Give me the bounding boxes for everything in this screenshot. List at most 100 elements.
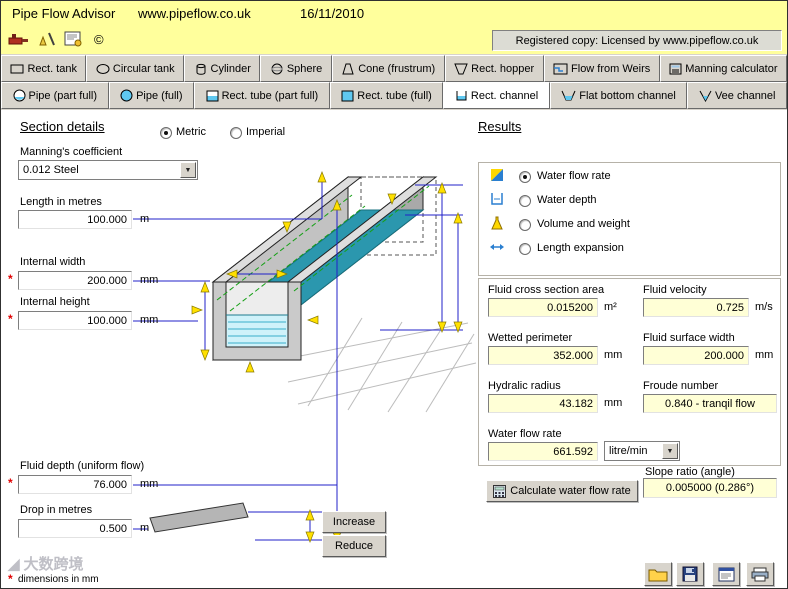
length-expansion-radio[interactable] <box>519 243 531 255</box>
tab-cone-frustrum[interactable]: Cone (frustrum) <box>331 55 445 82</box>
drop-label: Drop in metres <box>20 504 93 516</box>
manning-coefficient-value: 0.012 Steel <box>23 164 79 176</box>
tab-sphere[interactable]: Sphere <box>260 55 332 82</box>
tab-rect-channel[interactable]: Rect. channel <box>443 82 550 109</box>
internal-width-unit: mm <box>140 274 159 286</box>
tab-manning-calculator[interactable]: Manning calculator <box>659 55 787 82</box>
manning-coefficient-select[interactable]: 0.012 Steel ▼ <box>18 160 198 180</box>
open-file-button[interactable] <box>644 562 672 586</box>
wetted-perimeter-label: Wetted perimeter <box>488 332 573 344</box>
watermark: ◢ 大数跨境 <box>8 553 84 574</box>
pipe-part-full-icon <box>13 89 26 102</box>
tab-cylinder[interactable]: Cylinder <box>184 55 261 82</box>
tab-label: Pipe (full) <box>136 89 183 102</box>
dropdown-arrow-icon[interactable]: ▼ <box>662 443 678 459</box>
required-star: * <box>8 272 13 286</box>
manning-coefficient-label: Manning's coefficient <box>20 146 123 158</box>
tab-label: Cone (frustrum) <box>358 62 436 75</box>
app-logo-icon[interactable] <box>8 31 30 47</box>
open-folder-icon <box>648 569 668 581</box>
water-flow-rate-label: Water flow rate <box>488 428 562 440</box>
increase-button[interactable]: Increase <box>322 511 386 533</box>
tab-vee-channel[interactable]: Vee channel <box>687 82 788 109</box>
rect-tube-full-icon <box>341 90 354 101</box>
froude-number-value: 0.840 - tranqil flow <box>643 394 777 413</box>
water-flow-rate-icon <box>490 168 504 182</box>
tab-circular-tank[interactable]: Circular tank <box>86 55 185 82</box>
tab-pipe-full[interactable]: Pipe (full) <box>108 82 195 109</box>
wetted-perimeter-unit: mm <box>604 349 623 361</box>
printer-icon <box>751 567 769 581</box>
cylinder-icon <box>196 63 206 75</box>
drop-input[interactable]: 0.500 <box>18 519 132 538</box>
metric-label: Metric <box>176 126 206 138</box>
rect-tube-part-full-icon <box>206 90 219 101</box>
slope-ratio-label: Slope ratio (angle) <box>645 466 735 478</box>
tab-rect-tank[interactable]: Rect. tank <box>1 55 87 82</box>
fluid-surface-width-label: Fluid surface width <box>643 332 735 344</box>
calculator-icon <box>669 63 682 74</box>
volume-weight-option: Volume and weight <box>537 218 630 230</box>
tab-label: Rect. tube (part full) <box>221 89 319 102</box>
dropdown-arrow-icon[interactable]: ▼ <box>180 162 196 178</box>
circular-tank-icon <box>96 63 110 74</box>
tab-flat-bottom-channel[interactable]: Flat bottom channel <box>549 82 688 109</box>
watermark-logo-icon: ◢ <box>8 555 20 573</box>
certificate-icon[interactable] <box>64 31 84 47</box>
tab-label: Sphere <box>286 62 323 75</box>
reduce-button[interactable]: Reduce <box>322 535 386 557</box>
tab-label: Flow from Weirs <box>571 62 651 75</box>
calculate-button[interactable]: Calculate water flow rate <box>486 480 638 502</box>
fluid-depth-input[interactable]: 76.000 <box>18 475 132 494</box>
internal-width-label: Internal width <box>20 256 86 268</box>
length-label: Length in metres <box>20 196 102 208</box>
volume-weight-radio[interactable] <box>519 219 531 231</box>
report-button[interactable] <box>712 562 740 586</box>
tab-label: Rect. hopper <box>471 62 535 75</box>
imperial-radio[interactable] <box>230 127 242 139</box>
weir-icon <box>553 63 568 74</box>
tab-pipe-part-full[interactable]: Pipe (part full) <box>1 82 109 109</box>
metric-radio[interactable] <box>160 127 172 139</box>
water-flow-rate-radio[interactable] <box>519 171 531 183</box>
hydraulic-radius-label: Hydralic radius <box>488 380 561 392</box>
report-window-icon <box>718 567 734 581</box>
results-heading: Results <box>478 119 522 134</box>
required-star: * <box>8 476 13 490</box>
tab-rect-tube-full[interactable]: Rect. tube (full) <box>329 82 444 109</box>
fluid-depth-unit: mm <box>140 478 159 490</box>
length-input[interactable]: 100.000 <box>18 210 132 229</box>
tab-flow-from-weirs[interactable]: Flow from Weirs <box>543 55 660 82</box>
water-depth-radio[interactable] <box>519 195 531 207</box>
app-date: 16/11/2010 <box>300 6 365 21</box>
fluid-velocity-unit: m/s <box>755 301 773 313</box>
app-title: Pipe Flow Advisor <box>12 6 116 21</box>
tab-row-1: Rect. tank Circular tank Cylinder Sphere… <box>1 55 787 82</box>
length-unit: m <box>140 213 150 225</box>
fluid-velocity-label: Fluid velocity <box>643 284 707 296</box>
flat-bottom-channel-icon <box>561 90 576 100</box>
footnote-star: * <box>8 572 13 586</box>
hydraulic-radius-unit: mm <box>604 397 623 409</box>
water-flow-rate-value: 661.592 <box>488 442 598 461</box>
tab-label: Manning calculator <box>685 62 778 75</box>
cross-section-area-value: 0.015200 <box>488 298 598 317</box>
print-button[interactable] <box>746 562 774 586</box>
tab-rect-hopper[interactable]: Rect. hopper <box>444 55 544 82</box>
internal-width-input[interactable]: 200.000 <box>18 271 132 290</box>
design-tools-icon[interactable] <box>38 31 58 47</box>
internal-height-input[interactable]: 100.000 <box>18 311 132 330</box>
length-expansion-option: Length expansion <box>537 242 624 254</box>
flow-unit-select[interactable]: litre/min ▼ <box>604 441 680 461</box>
water-flow-rate-option: Water flow rate <box>537 170 611 182</box>
fluid-surface-width-value: 200.000 <box>643 346 749 365</box>
volume-weight-icon <box>490 216 504 230</box>
save-button[interactable] <box>676 562 704 586</box>
pipe-flow-advisor-window: Pipe Flow Advisor www.pipeflow.co.uk 16/… <box>0 0 788 589</box>
tab-rect-tube-part-full[interactable]: Rect. tube (part full) <box>194 82 330 109</box>
tab-label: Circular tank <box>112 62 175 75</box>
wetted-perimeter-value: 352.000 <box>488 346 598 365</box>
fluid-velocity-value: 0.725 <box>643 298 749 317</box>
cone-icon <box>342 63 354 74</box>
slope-ratio-value: 0.005000 (0.286°) <box>643 478 777 498</box>
